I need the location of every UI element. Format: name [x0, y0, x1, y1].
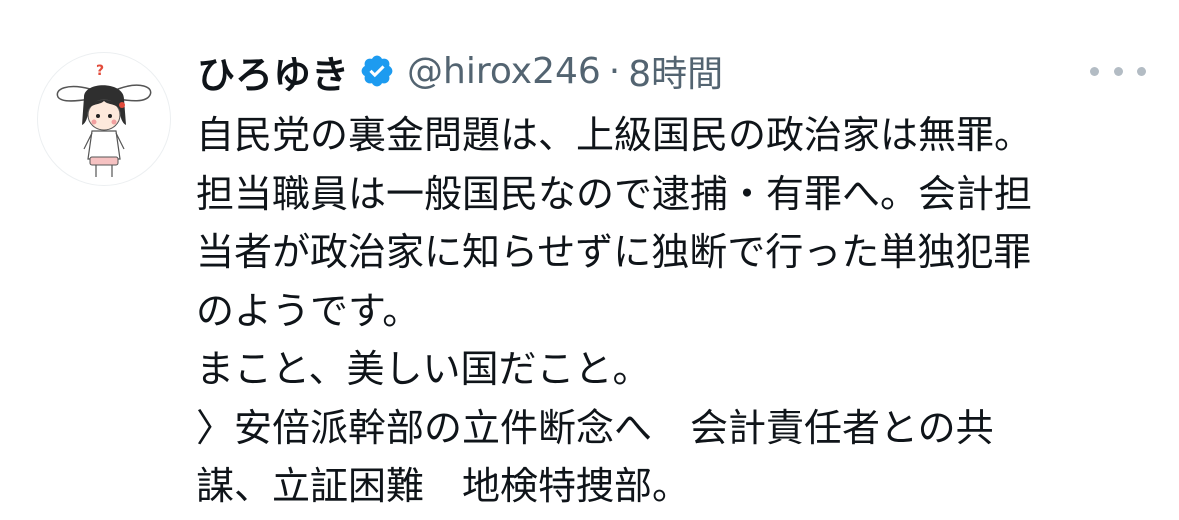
tweet-text-line: 当者が政治家に知らせずに独断で行った単独犯罪 [196, 230, 1032, 274]
tweet-text: 自民党の裏金問題は、上級国民の政治家は無罪。 担当職員は一般国民なので逮捕・有罪… [196, 106, 1146, 516]
more-options-icon[interactable] [1090, 56, 1146, 86]
tweet-header: ひろゆき @hirox246 · 8時間 [197, 44, 723, 98]
cartoon-bunny-avatar-icon: ? [56, 63, 152, 177]
more-dot [1137, 66, 1146, 76]
tweet-text-line: 自民党の裏金問題は、上級国民の政治家は無罪。 [196, 113, 1033, 157]
tweet-text-line: 〉安倍派幹部の立件断念へ 会計責任者との共 [196, 405, 994, 450]
user-handle[interactable]: @hirox246 [407, 51, 601, 92]
more-dot [1090, 66, 1099, 76]
tweet-text-line: 謀、立証困難 地検特捜部。 [196, 464, 691, 508]
display-name[interactable]: ひろゆき [197, 44, 349, 99]
svg-text:?: ? [96, 63, 104, 79]
verified-badge-icon [359, 53, 395, 89]
avatar[interactable]: ? [37, 52, 171, 186]
tweet-text-line: まこと、美しい国だこと。 [196, 347, 651, 391]
timestamp[interactable]: 8時間 [628, 45, 723, 97]
tweet: ? ひろゆき @hirox246 · 8時間 自民党の裏金問題は、上級国民の政治… [0, 0, 1179, 520]
tweet-text-line: のようです。 [196, 288, 421, 333]
separator-dot: · [608, 50, 621, 92]
more-dot [1113, 66, 1123, 76]
tweet-text-line: 担当職員は一般国民なので逮捕・有罪へ。会計担 [196, 171, 1033, 216]
